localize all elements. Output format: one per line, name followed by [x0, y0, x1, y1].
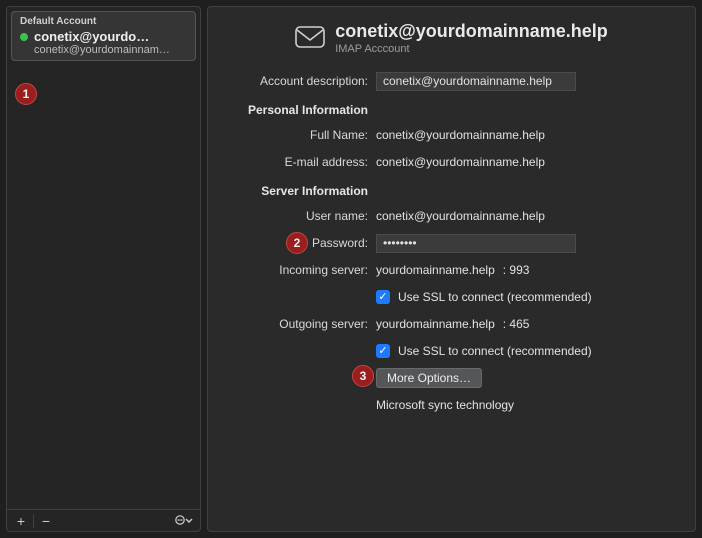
- user-name-label: User name:: [226, 209, 376, 223]
- account-primary-text: conetix@yourdo…: [34, 29, 149, 44]
- password-label: Password:: [226, 236, 376, 250]
- account-form: Account description: Personal Informatio…: [226, 69, 677, 417]
- full-name-value: conetix@yourdomainname.help: [376, 128, 677, 142]
- add-account-button[interactable]: +: [11, 512, 31, 530]
- sync-technology-label: Microsoft sync technology: [376, 398, 677, 412]
- incoming-ssl-checkbox[interactable]: ✓: [376, 290, 390, 304]
- sidebar: Default Account conetix@yourdo… conetix@…: [6, 6, 201, 532]
- incoming-server-label: Incoming server:: [226, 263, 376, 277]
- account-subtitle: IMAP Acccount: [335, 43, 608, 55]
- outgoing-server-port: : 465: [503, 317, 530, 331]
- outgoing-ssl-label: Use SSL to connect (recommended): [398, 344, 592, 358]
- user-name-value: conetix@yourdomainname.help: [376, 209, 677, 223]
- email-label: E-mail address:: [226, 155, 376, 169]
- remove-account-button[interactable]: −: [36, 512, 56, 530]
- mail-icon: [295, 26, 325, 51]
- more-options-button[interactable]: More Options…: [376, 368, 482, 388]
- account-detail-panel: conetix@yourdomainname.help IMAP Acccoun…: [207, 6, 696, 532]
- full-name-label: Full Name:: [226, 128, 376, 142]
- account-title: conetix@yourdomainname.help: [335, 21, 608, 42]
- status-dot-icon: [20, 33, 28, 41]
- outgoing-server-label: Outgoing server:: [226, 317, 376, 331]
- incoming-ssl-label: Use SSL to connect (recommended): [398, 290, 592, 304]
- account-description-label: Account description:: [226, 74, 376, 88]
- annotation-3: 3: [352, 365, 374, 387]
- accounts-list: Default Account conetix@yourdo… conetix@…: [7, 7, 200, 509]
- toolbar-separator: [33, 514, 34, 528]
- account-description-input[interactable]: [376, 72, 576, 91]
- sidebar-toolbar: + −: [7, 509, 200, 531]
- personal-info-header: Personal Information: [226, 103, 376, 117]
- account-header: conetix@yourdomainname.help IMAP Acccoun…: [226, 21, 677, 55]
- outgoing-server-host: yourdomainname.help: [376, 317, 495, 331]
- account-default-label: Default Account: [20, 16, 189, 27]
- server-info-header: Server Information: [226, 184, 376, 198]
- email-value: conetix@yourdomainname.help: [376, 155, 677, 169]
- incoming-server-host: yourdomainname.help: [376, 263, 495, 277]
- outgoing-ssl-checkbox[interactable]: ✓: [376, 344, 390, 358]
- incoming-server-port: : 993: [503, 263, 530, 277]
- account-options-menu-button[interactable]: [172, 512, 196, 530]
- account-secondary-text: conetix@yourdomainnam…: [20, 44, 189, 56]
- account-item[interactable]: Default Account conetix@yourdo… conetix@…: [11, 11, 196, 61]
- password-input[interactable]: [376, 234, 576, 253]
